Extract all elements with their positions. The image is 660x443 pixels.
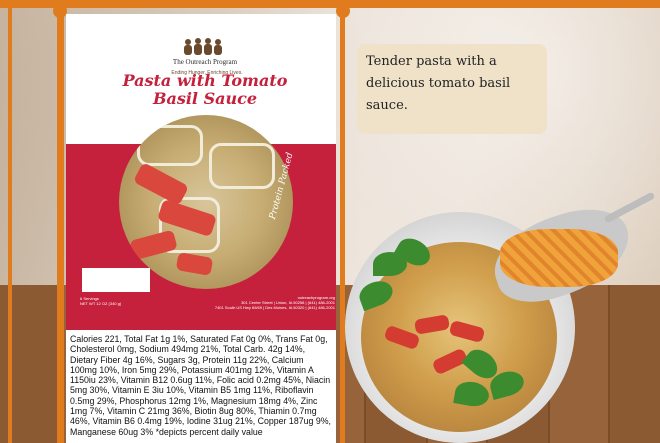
- package-white-box: [82, 268, 150, 292]
- title-line-2: Basil Sauce: [152, 89, 258, 108]
- orange-frame-divider-left: [57, 8, 64, 443]
- nutrition-facts: Calories 221, Total Fat 1g 1%, Saturated…: [66, 330, 336, 443]
- frame-rivet: [53, 4, 67, 18]
- description-note: Tender pasta with a delicious tomato bas…: [357, 44, 547, 134]
- orange-frame-left: [8, 8, 12, 443]
- package-servings: 6 Servings NET WT 12 OZ (340 g): [80, 296, 170, 306]
- orange-frame-divider-right: [340, 8, 345, 443]
- frame-rivet: [336, 4, 350, 18]
- address-line-2: 7401 South US Hwy 65/69 | Des Moines, IA…: [214, 305, 335, 310]
- package-contact: outreachprogram.org 301 Center Street | …: [195, 295, 335, 310]
- logo-name: The Outreach Program: [173, 58, 238, 66]
- macaroni-on-spoon: [500, 229, 618, 287]
- title-line-1: Pasta with Tomato: [122, 71, 288, 90]
- package-food-photo: [119, 115, 293, 289]
- outreach-logo-icon: The Outreach Program: [173, 38, 238, 66]
- product-title: Pasta with Tomato Basil Sauce: [110, 72, 300, 108]
- net-weight-text: NET WT 12 OZ (340 g): [80, 301, 122, 306]
- orange-frame-top: [0, 0, 660, 8]
